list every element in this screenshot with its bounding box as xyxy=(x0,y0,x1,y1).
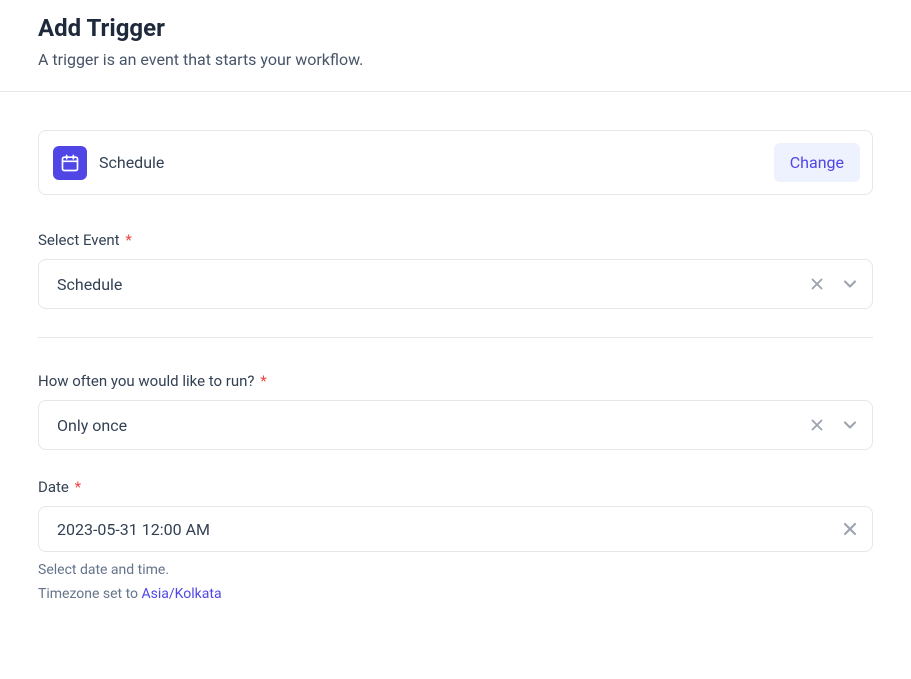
event-select-value: Schedule xyxy=(57,275,808,294)
date-field: Date * Select date and time. Timezone se… xyxy=(38,478,873,602)
required-asterisk: * xyxy=(71,478,81,496)
frequency-select-value: Only once xyxy=(57,416,808,435)
clear-icon[interactable] xyxy=(808,416,826,434)
frequency-field: How often you would like to run? * Only … xyxy=(38,372,873,450)
event-select[interactable]: Schedule xyxy=(38,259,873,309)
date-input[interactable] xyxy=(57,520,840,539)
trigger-name: Schedule xyxy=(99,153,164,172)
chevron-down-icon[interactable] xyxy=(840,274,860,294)
section-divider xyxy=(38,337,873,338)
event-label: Select Event * xyxy=(38,231,873,249)
date-label: Date * xyxy=(38,478,873,496)
page-subtitle: A trigger is an event that starts your w… xyxy=(38,50,873,69)
clear-icon[interactable] xyxy=(808,275,826,293)
date-helper-text: Select date and time. xyxy=(38,562,873,578)
required-asterisk: * xyxy=(257,372,267,390)
frequency-select[interactable]: Only once xyxy=(38,400,873,450)
timezone-text: Timezone set to Asia/Kolkata xyxy=(38,586,873,602)
selected-trigger-card: Schedule Change xyxy=(38,130,873,195)
date-input-wrap[interactable] xyxy=(38,506,873,552)
frequency-label: How often you would like to run? * xyxy=(38,372,873,390)
calendar-icon xyxy=(53,146,87,180)
page-title: Add Trigger xyxy=(38,14,873,42)
clear-icon[interactable] xyxy=(840,519,860,539)
required-asterisk: * xyxy=(122,231,132,249)
timezone-link[interactable]: Asia/Kolkata xyxy=(142,586,222,602)
event-field: Select Event * Schedule xyxy=(38,231,873,309)
page-header: Add Trigger A trigger is an event that s… xyxy=(0,0,911,92)
change-button[interactable]: Change xyxy=(774,143,860,182)
chevron-down-icon[interactable] xyxy=(840,415,860,435)
